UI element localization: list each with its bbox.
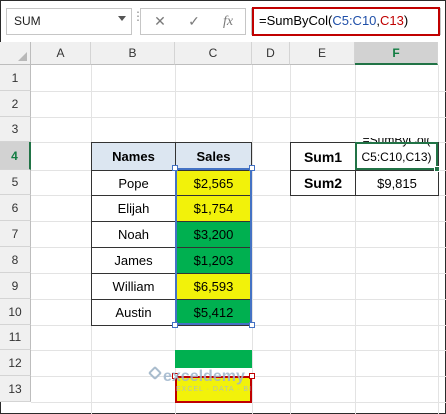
fill-handle[interactable] <box>434 166 440 172</box>
watermark-tagline: EXCEL · DATA · BI <box>176 386 252 393</box>
resize-handle[interactable] <box>249 373 255 379</box>
chevron-down-icon[interactable] <box>118 16 126 21</box>
row-header-5[interactable]: 5 <box>0 170 31 195</box>
select-all-corner[interactable] <box>0 42 31 65</box>
sum2-label[interactable]: Sum2 <box>290 170 356 196</box>
range-selection-c5-c10 <box>175 168 252 325</box>
name-cell[interactable]: Elijah <box>91 195 176 222</box>
name-cell[interactable]: James <box>91 247 176 274</box>
sum2-value[interactable]: $9,815 <box>355 170 439 196</box>
row-header-4[interactable]: 4 <box>0 142 31 170</box>
cancel-icon[interactable]: ✕ <box>143 9 177 34</box>
column-header-f[interactable]: F <box>355 42 438 65</box>
header-cell-sales[interactable]: Sales <box>175 142 252 171</box>
name-cell[interactable]: William <box>91 273 176 300</box>
resize-handle[interactable] <box>172 322 178 328</box>
more-options-icon: ⋮ <box>132 9 144 23</box>
column-header-c[interactable]: C <box>175 42 252 65</box>
name-cell[interactable]: Pope <box>91 170 176 196</box>
enter-icon[interactable]: ✓ <box>177 9 211 34</box>
row-header-2[interactable]: 2 <box>0 91 31 117</box>
resize-handle[interactable] <box>172 165 178 171</box>
grid-line <box>31 117 446 118</box>
row-header-11[interactable]: 11 <box>0 325 31 350</box>
column-header-e[interactable]: E <box>290 42 355 65</box>
row-header-7[interactable]: 7 <box>0 221 31 247</box>
active-cell-f4[interactable] <box>355 142 438 170</box>
formula-ref-range: C5:C10 <box>332 13 377 28</box>
formula-buttons: ✕ ✓ fx <box>140 8 246 35</box>
column-header-d[interactable]: D <box>252 42 290 65</box>
name-cell[interactable]: Noah <box>91 221 176 248</box>
select-all-triangle-icon <box>18 52 27 61</box>
resize-handle[interactable] <box>249 322 255 328</box>
header-cell-names[interactable]: Names <box>91 142 176 171</box>
row-header-13[interactable]: 13 <box>0 376 31 402</box>
row-header-12[interactable]: 12 <box>0 350 31 376</box>
formula-suffix: ) <box>403 13 409 28</box>
row-header-8[interactable]: 8 <box>0 247 31 273</box>
sum1-label[interactable]: Sum1 <box>290 142 356 171</box>
watermark-name: exceldemy <box>163 368 245 385</box>
formula-ref-cell: C13 <box>380 13 404 28</box>
insert-function-icon[interactable]: fx <box>211 9 245 34</box>
row-header-9[interactable]: 9 <box>0 273 31 299</box>
row-header-10[interactable]: 10 <box>0 299 31 325</box>
cell-c12-green[interactable] <box>175 350 252 368</box>
name-box[interactable]: SUM <box>6 8 132 35</box>
row-header-1[interactable]: 1 <box>0 65 31 91</box>
formula-prefix: =SumByCol( <box>259 13 333 28</box>
grid-line <box>31 91 446 92</box>
column-header-a[interactable]: A <box>31 42 91 65</box>
formula-text: =SumByCol(C5:C10,C13) <box>259 12 408 30</box>
row-header-3[interactable]: 3 <box>0 117 31 142</box>
column-header-b[interactable]: B <box>91 42 175 65</box>
resize-handle[interactable] <box>249 165 255 171</box>
row-header-6[interactable]: 6 <box>0 195 31 221</box>
name-cell[interactable]: Austin <box>91 299 176 326</box>
